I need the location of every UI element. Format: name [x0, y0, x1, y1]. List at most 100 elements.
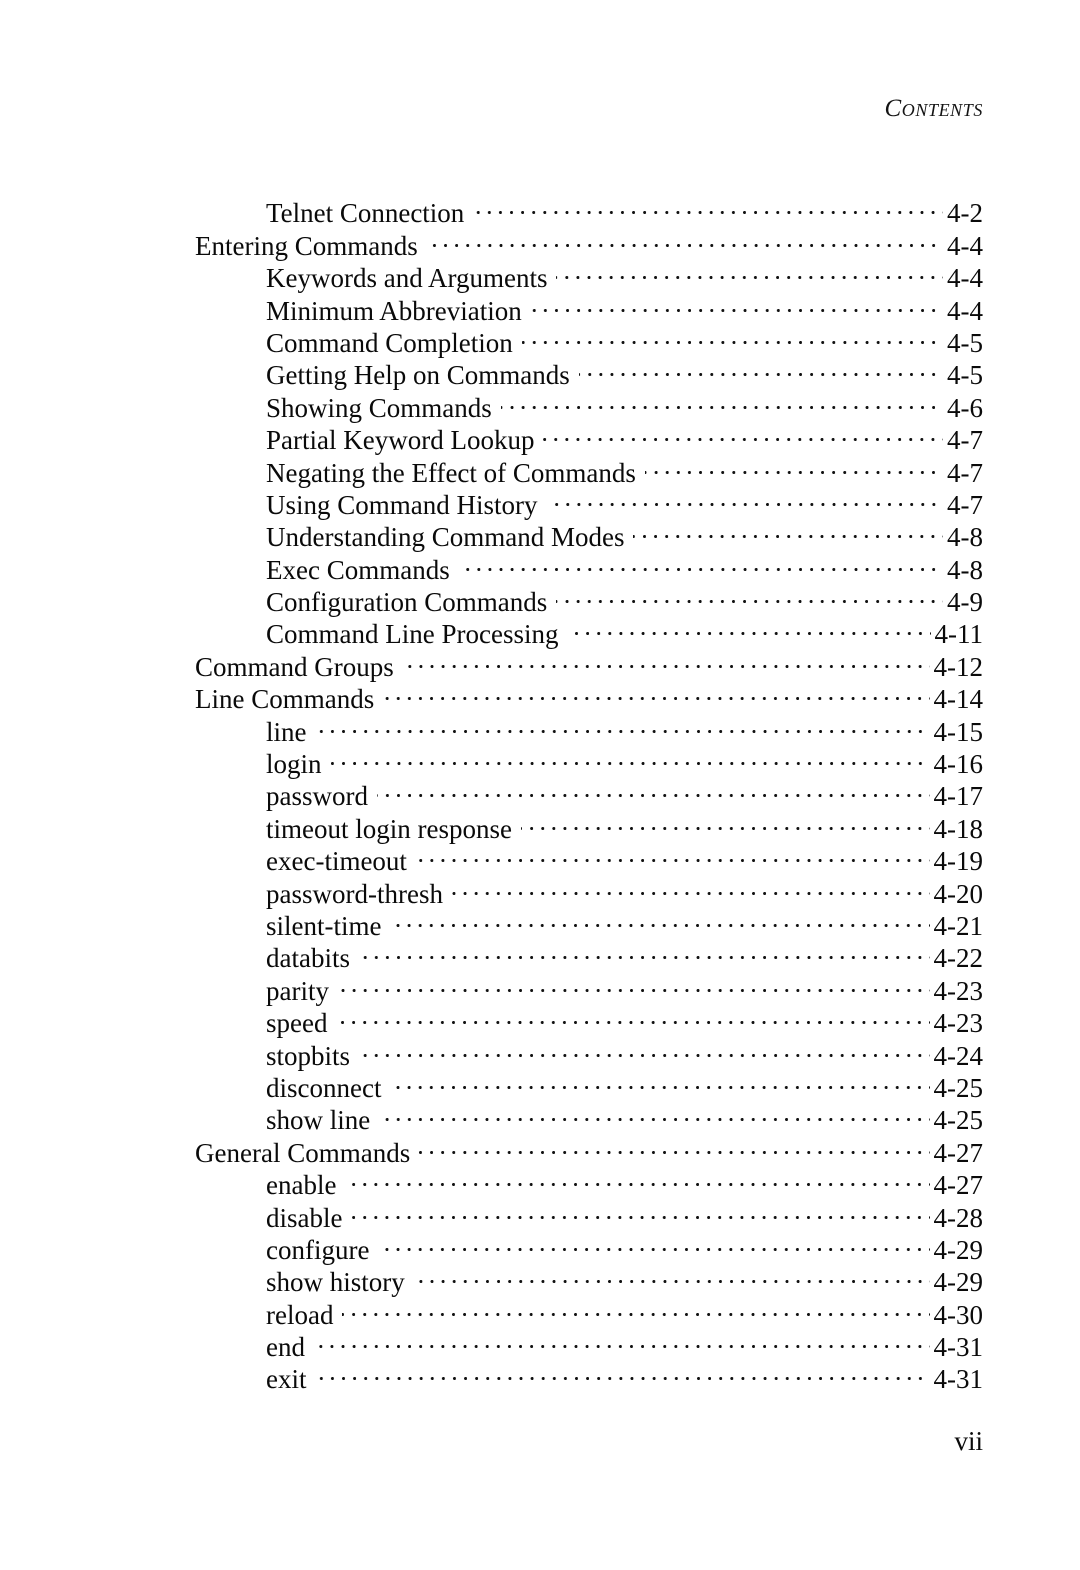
toc-entry-title: Minimum Abbreviation — [266, 295, 522, 326]
toc-entry-page-number: 4-28 — [933, 1202, 984, 1233]
toc-entry-title: Command Completion — [266, 327, 513, 358]
dot-leader — [358, 935, 930, 967]
toc-entry-page-number: 4-12 — [933, 651, 984, 682]
toc-entry-page-number: 4-27 — [933, 1170, 984, 1201]
toc-entry-page-number: 4-8 — [947, 554, 983, 585]
toc-entry[interactable]: login 4-16 — [195, 741, 983, 779]
toc-entry-page-number: 4-5 — [947, 327, 983, 358]
toc-entry-page-number: 4-4 — [947, 230, 983, 261]
toc-entry-page-number: 4-5 — [947, 360, 983, 391]
toc-entry-page-number: 4-31 — [933, 1364, 984, 1395]
dot-leader — [419, 1129, 930, 1161]
toc-entry-page-number: 4-19 — [933, 846, 984, 877]
dot-leader — [390, 1065, 930, 1097]
toc-page: Contents Telnet Connection 4-2 Entering Co… — [0, 0, 1080, 1570]
toc-entry-page-number: 4-30 — [933, 1299, 984, 1330]
dot-leader — [351, 1194, 930, 1226]
dot-leader — [378, 1227, 930, 1259]
toc-entry-page-number: 4-18 — [933, 813, 984, 844]
dot-leader — [337, 967, 930, 999]
dot-leader — [556, 579, 943, 611]
toc-entry-page-number: 4-29 — [933, 1267, 984, 1298]
toc-entry-title: exec-timeout — [266, 846, 407, 877]
toc-entry-page-number: 4-7 — [947, 489, 983, 520]
toc-entry-page-number: 4-23 — [933, 975, 984, 1006]
toc-entry-title: speed — [266, 1008, 328, 1039]
toc-entry-page-number: 4-2 — [947, 198, 983, 229]
dot-leader — [415, 838, 930, 870]
toc-entry[interactable]: Telnet Connection 4-2 — [195, 190, 983, 228]
toc-entry-page-number: 4-4 — [947, 263, 983, 294]
dot-leader — [342, 1291, 930, 1323]
toc-entry-page-number: 4-23 — [933, 1008, 984, 1039]
toc-entry-page-number: 4-8 — [947, 522, 983, 553]
dot-leader — [567, 611, 931, 643]
dot-leader — [500, 384, 943, 416]
dot-leader — [413, 1259, 930, 1291]
dot-leader — [578, 352, 943, 384]
page-number-folio: vii — [954, 1426, 983, 1456]
dot-leader — [543, 417, 943, 449]
toc-entry-title: configure — [266, 1234, 370, 1265]
dot-leader — [330, 741, 930, 773]
toc-entry-page-number: 4-9 — [947, 587, 983, 618]
toc-entry-page-number: 4-7 — [947, 425, 983, 456]
dot-leader — [336, 1000, 930, 1032]
toc-entry[interactable]: end 4-31 — [195, 1324, 983, 1362]
toc-entry-page-number: 4-27 — [933, 1137, 984, 1168]
toc-entry-title: disconnect — [266, 1072, 382, 1103]
toc-entry-page-number: 4-15 — [933, 716, 984, 747]
toc-entry-title: disable — [266, 1202, 343, 1233]
toc-entry-title: end — [266, 1332, 305, 1363]
toc-entry-title: show line — [266, 1105, 371, 1136]
toc-entry-page-number: 4-17 — [933, 781, 984, 812]
dot-leader — [458, 546, 943, 578]
running-header: Contents — [884, 95, 983, 122]
toc-entry-page-number: 4-11 — [934, 619, 984, 650]
dot-leader — [402, 643, 930, 675]
toc-entry-title: Keywords and Arguments — [266, 263, 548, 294]
dot-leader — [633, 514, 943, 546]
toc-entry-page-number: 4-24 — [933, 1040, 984, 1071]
dot-leader — [345, 1162, 930, 1194]
toc-entry-page-number: 4-6 — [947, 392, 983, 423]
toc-entry-title: Command Groups — [195, 651, 394, 682]
dot-leader — [379, 1097, 930, 1129]
toc-entry-title: stopbits — [266, 1040, 351, 1071]
toc-entry-title: enable — [266, 1170, 337, 1201]
toc-entry-page-number: 4-16 — [933, 749, 984, 780]
dot-leader — [473, 190, 943, 222]
toc-entry-page-number: 4-29 — [933, 1234, 984, 1265]
dot-leader — [546, 482, 943, 514]
table-of-contents: Telnet Connection 4-2 Entering Commands 4-4… — [195, 190, 984, 1394]
toc-entry-title: Partial Keyword Lookup — [266, 425, 535, 456]
dot-leader — [530, 287, 943, 319]
toc-entry-title: Exec Commands — [266, 554, 450, 585]
toc-entry-title: line — [266, 716, 307, 747]
toc-entry-page-number: 4-31 — [933, 1332, 984, 1363]
dot-leader — [451, 870, 930, 902]
dot-leader — [390, 903, 930, 935]
toc-entry-page-number: 4-21 — [933, 910, 984, 941]
toc-entry-page-number: 4-25 — [933, 1105, 984, 1136]
toc-entry-page-number: 4-7 — [947, 457, 983, 488]
dot-leader — [520, 805, 930, 837]
dot-leader — [359, 1032, 930, 1064]
dot-leader — [521, 320, 943, 352]
toc-entry-page-number: 4-4 — [947, 295, 983, 326]
toc-entry-title: password — [266, 781, 368, 812]
toc-entry[interactable]: exit 4-31 — [195, 1356, 983, 1394]
dot-leader — [315, 1356, 930, 1388]
toc-entry-title: Entering Commands — [195, 230, 418, 261]
dot-leader — [377, 773, 930, 805]
toc-entry-page-number: 4-14 — [933, 684, 984, 715]
dot-leader — [315, 708, 930, 740]
toc-entry-page-number: 4-22 — [933, 943, 984, 974]
dot-leader — [556, 255, 943, 287]
dot-leader — [313, 1324, 930, 1356]
toc-entry-page-number: 4-20 — [933, 878, 984, 909]
toc-entry-title: exit — [266, 1364, 307, 1395]
dot-leader — [426, 222, 943, 254]
toc-entry-title: parity — [266, 975, 329, 1006]
toc-entry-page-number: 4-25 — [933, 1072, 984, 1103]
